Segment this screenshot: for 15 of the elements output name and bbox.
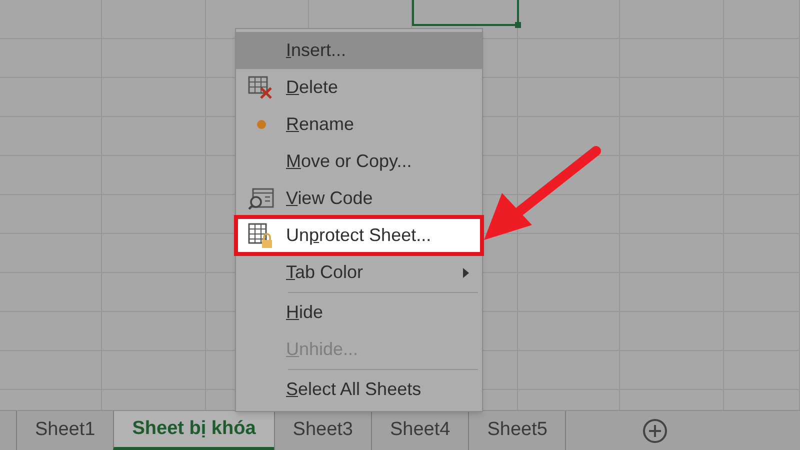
menu-item[interactable]: Insert... [236, 32, 482, 69]
menu-item[interactable]: Delete [236, 69, 482, 106]
plus-circle-icon [642, 418, 668, 444]
menu-item[interactable]: Unprotect Sheet... [236, 217, 482, 254]
menu-item[interactable]: Tab Color [236, 254, 482, 291]
table-delete-icon [248, 76, 274, 100]
view-code-icon [248, 186, 274, 210]
sheet-lock-icon [248, 222, 274, 248]
sheet-tab[interactable]: Sheet bị khóa [113, 411, 274, 450]
menu-item[interactable]: Rename [236, 106, 482, 143]
menu-item[interactable]: Move or Copy... [236, 143, 482, 180]
submenu-arrow-icon [462, 266, 470, 278]
menu-item[interactable]: View Code [236, 180, 482, 217]
menu-item[interactable]: Hide [236, 294, 482, 331]
menu-item[interactable]: Select All Sheets [236, 371, 482, 408]
